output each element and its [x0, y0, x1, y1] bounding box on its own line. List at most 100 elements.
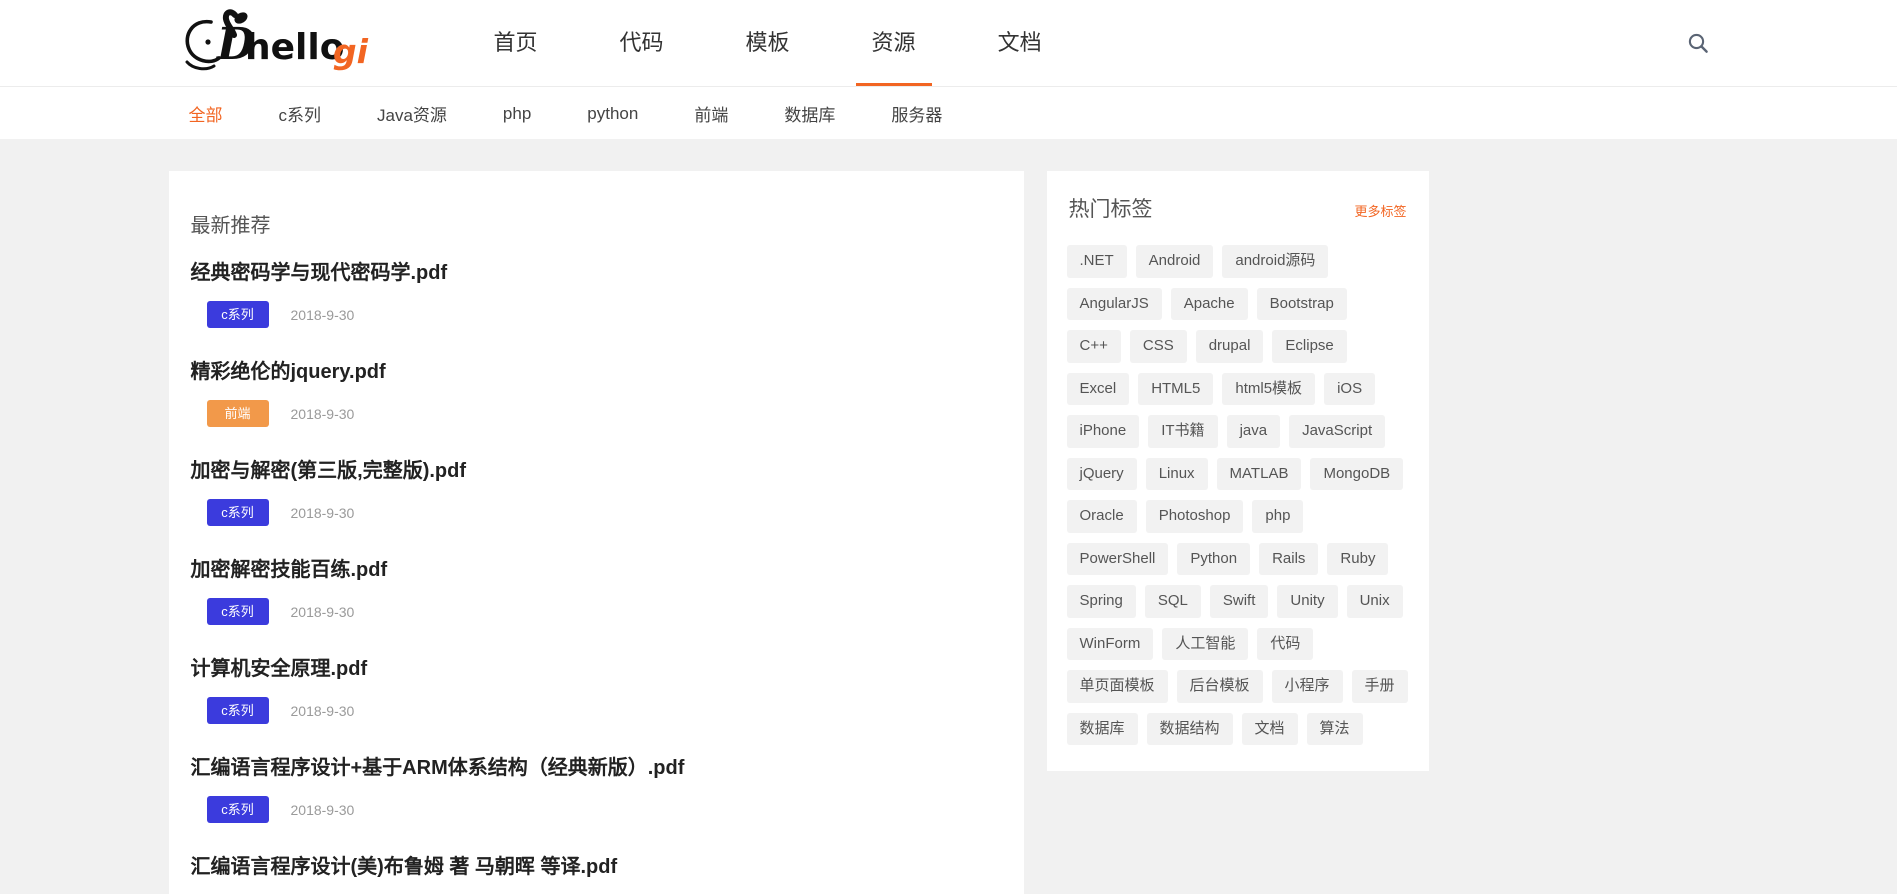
more-tags-link[interactable]: 更多标签 — [1354, 201, 1406, 220]
list-item: 精彩绝伦的jquery.pdf 前端 2018-9-30 — [191, 359, 1002, 427]
resource-title[interactable]: 经典密码学与现代密码学.pdf — [191, 260, 1002, 287]
tag-item[interactable]: HTML5 — [1138, 372, 1214, 405]
tag-item[interactable]: Excel — [1066, 372, 1130, 405]
tag-item[interactable]: Bootstrap — [1256, 287, 1347, 320]
list-item: 加密解密技能百练.pdf c系列 2018-9-30 — [191, 557, 1002, 625]
tag-item[interactable]: Photoshop — [1145, 500, 1244, 533]
tag-item[interactable]: 算法 — [1306, 712, 1363, 745]
nav-item-code[interactable]: 代码 — [600, 0, 684, 86]
tag-item[interactable]: 单页面模板 — [1066, 670, 1168, 703]
list-item: 汇编语言程序设计(美)布鲁姆 著 马朝晖 等译.pdfc系列2018-9-30 — [191, 854, 1002, 894]
hot-tags-title: 热门标签 — [1068, 198, 1153, 221]
tag-item[interactable]: Swift — [1209, 585, 1269, 618]
tag-item[interactable]: IT书籍 — [1148, 415, 1218, 448]
tag-item[interactable]: MongoDB — [1310, 457, 1404, 490]
tag-item[interactable]: Spring — [1066, 585, 1136, 618]
logo-text-hello: hello — [245, 27, 344, 68]
main-navigation: 首页 代码 模板 资源 文档 — [453, 0, 1083, 86]
tag-item[interactable]: 后台模板 — [1176, 670, 1263, 703]
tag-item[interactable]: Apache — [1170, 287, 1248, 320]
subnav-item-all[interactable]: 全部 — [189, 101, 223, 126]
tag-item[interactable]: .NET — [1066, 245, 1127, 278]
resource-date: 2018-9-30 — [290, 702, 355, 719]
list-item: 计算机安全原理.pdf c系列 2018-9-30 — [191, 656, 1002, 724]
tag-item[interactable]: Rails — [1259, 542, 1319, 575]
subnav-item-frontend[interactable]: 前端 — [694, 101, 728, 126]
nav-item-resources[interactable]: 资源 — [852, 0, 936, 86]
category-badge[interactable]: c系列 — [206, 796, 269, 823]
tag-item[interactable]: AngularJS — [1066, 287, 1162, 320]
tag-item[interactable]: Ruby — [1327, 542, 1389, 575]
resource-title[interactable]: 计算机安全原理.pdf — [191, 656, 1002, 683]
tag-item[interactable]: iPhone — [1066, 415, 1140, 448]
tag-item[interactable]: html5模板 — [1222, 372, 1316, 405]
category-badge[interactable]: c系列 — [206, 301, 269, 328]
category-badge[interactable]: c系列 — [206, 499, 269, 526]
resource-date: 2018-9-30 — [290, 306, 355, 323]
page-body: 最新推荐 经典密码学与现代密码学.pdf c系列 2018-9-30 精彩绝伦的jqu… — [168, 139, 1729, 894]
resource-title[interactable]: 精彩绝伦的jquery.pdf — [191, 359, 1002, 386]
tag-item[interactable]: Unix — [1346, 585, 1403, 618]
tag-item[interactable]: android源码 — [1222, 245, 1329, 278]
tag-item[interactable]: SQL — [1144, 585, 1201, 618]
category-badge[interactable]: c系列 — [206, 697, 269, 724]
tag-item[interactable]: php — [1252, 500, 1304, 533]
resource-title[interactable]: 汇编语言程序设计(美)布鲁姆 著 马朝晖 等译.pdf — [191, 854, 1002, 881]
subnav-item-c-series[interactable]: c系列 — [279, 101, 322, 126]
tag-item[interactable]: PowerShell — [1066, 542, 1169, 575]
resource-date: 2018-9-30 — [290, 801, 355, 818]
subnav-item-python[interactable]: python — [587, 104, 638, 124]
resource-title[interactable]: 加密解密技能百练.pdf — [191, 557, 1002, 584]
category-badge[interactable]: 前端 — [206, 400, 269, 427]
nav-item-template[interactable]: 模板 — [726, 0, 810, 86]
resource-meta: c系列 2018-9-30 — [191, 301, 1002, 328]
nav-item-docs[interactable]: 文档 — [978, 0, 1062, 86]
tag-item[interactable]: Linux — [1145, 457, 1208, 490]
tag-item[interactable]: MATLAB — [1216, 457, 1302, 490]
tag-item[interactable]: Oracle — [1066, 500, 1137, 533]
resource-title[interactable]: 汇编语言程序设计+基于ARM体系结构（经典新版）.pdf — [191, 755, 1002, 782]
tag-item[interactable]: WinForm — [1066, 627, 1154, 660]
resource-meta: c系列 2018-9-30 — [191, 697, 1002, 724]
resource-meta: c系列 2018-9-30 — [191, 598, 1002, 625]
tag-item[interactable]: Eclipse — [1272, 330, 1347, 363]
tag-item[interactable]: 数据库 — [1066, 712, 1138, 745]
tag-item[interactable]: 文档 — [1241, 712, 1298, 745]
list-item: 汇编语言程序设计+基于ARM体系结构（经典新版）.pdf c系列 2018-9-30 — [191, 755, 1002, 823]
resource-list: 经典密码学与现代密码学.pdf c系列 2018-9-30 精彩绝伦的jquery.p… — [169, 260, 1024, 894]
tag-item[interactable]: jQuery — [1066, 457, 1137, 490]
tag-item[interactable]: 小程序 — [1271, 670, 1343, 703]
tag-item[interactable]: drupal — [1195, 330, 1264, 363]
logo-text-girl: girl — [333, 32, 369, 71]
site-logo[interactable]: D hello girl — [173, 8, 373, 78]
tag-item[interactable]: iOS — [1324, 372, 1376, 405]
nav-item-home[interactable]: 首页 — [474, 0, 558, 86]
subnav-item-server[interactable]: 服务器 — [891, 101, 942, 126]
section-title: 最新推荐 — [190, 215, 271, 237]
resource-list-panel: 最新推荐 经典密码学与现代密码学.pdf c系列 2018-9-30 精彩绝伦的jqu… — [168, 171, 1024, 894]
resource-title[interactable]: 加密与解密(第三版,完整版).pdf — [191, 458, 1002, 485]
list-item: 经典密码学与现代密码学.pdf c系列 2018-9-30 — [191, 260, 1002, 328]
tag-item[interactable]: 数据结构 — [1146, 712, 1233, 745]
tag-item[interactable]: Android — [1135, 245, 1214, 278]
tag-item[interactable]: java — [1226, 415, 1281, 448]
tag-item[interactable]: 手册 — [1351, 670, 1408, 703]
subnav-item-php[interactable]: php — [503, 104, 531, 124]
resource-date: 2018-9-30 — [290, 504, 355, 521]
category-badge[interactable]: c系列 — [206, 598, 269, 625]
header-inner: D hello girl 首页 代码 模板 资源 文档 — [169, 0, 1729, 86]
hot-tags-panel: 热门标签 更多标签 .NET Android android源码 AngularJS A… — [1046, 171, 1429, 771]
tag-item[interactable]: C++ — [1066, 330, 1121, 363]
tag-item[interactable]: JavaScript — [1289, 415, 1386, 448]
tag-item[interactable]: Python — [1177, 542, 1251, 575]
tag-item[interactable]: Unity — [1277, 585, 1338, 618]
tag-item[interactable]: 代码 — [1257, 627, 1314, 660]
tag-item[interactable]: 人工智能 — [1162, 627, 1249, 660]
search-button[interactable] — [1681, 26, 1715, 60]
hot-tags-header: 热门标签 更多标签 — [1067, 193, 1409, 223]
category-subnav: 全部 c系列 Java资源 php python 前端 数据库 服务器 — [0, 86, 1897, 139]
tag-item[interactable]: CSS — [1129, 330, 1187, 363]
subnav-item-java[interactable]: Java资源 — [377, 101, 447, 126]
resource-date: 2018-9-30 — [290, 405, 355, 422]
subnav-item-database[interactable]: 数据库 — [784, 101, 835, 126]
